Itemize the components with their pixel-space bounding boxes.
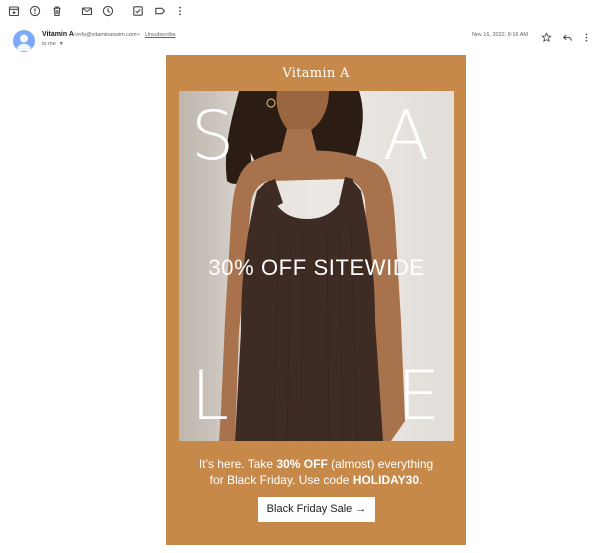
message-toolbar bbox=[0, 0, 600, 22]
recipient-details[interactable]: to me ▼ bbox=[42, 41, 64, 47]
message-header: Vitamin A <info@vitaminaswim.com> Unsubs… bbox=[0, 28, 600, 52]
report-spam-icon[interactable] bbox=[29, 5, 41, 17]
archive-icon[interactable] bbox=[8, 5, 20, 17]
sender-email: <info@vitaminaswim.com> bbox=[74, 32, 140, 38]
brand-logo[interactable]: Vitamin A bbox=[166, 66, 466, 81]
person-icon bbox=[16, 34, 32, 51]
promo-line2-start: for Black Friday. Use code bbox=[209, 472, 353, 487]
label-icon[interactable] bbox=[154, 5, 166, 17]
promo-line1-end: (almost) everything bbox=[327, 457, 434, 471]
promo-line2-end: . bbox=[419, 472, 423, 487]
sale-letter-l: L bbox=[191, 357, 229, 436]
mark-unread-icon[interactable] bbox=[81, 5, 93, 17]
promo-line1-start: It’s here. Take bbox=[198, 457, 277, 471]
email-content: Vitamin A S A L E 30% OFF SITEWIDE It’s … bbox=[166, 55, 466, 545]
avatar[interactable] bbox=[13, 30, 35, 52]
snooze-icon[interactable] bbox=[102, 5, 114, 17]
black-friday-sale-button[interactable]: Black Friday Sale → bbox=[258, 497, 375, 522]
more-vert-icon[interactable] bbox=[174, 5, 186, 17]
add-to-tasks-icon[interactable] bbox=[132, 5, 144, 17]
promo-code: HOLIDAY30 bbox=[352, 472, 420, 487]
promo-text: It’s here. Take 30% OFF (almost) everyth… bbox=[166, 457, 466, 488]
sender-name[interactable]: Vitamin A bbox=[42, 31, 74, 38]
sale-letter-a: A bbox=[383, 97, 430, 176]
sale-letter-e: E bbox=[397, 357, 440, 436]
unsubscribe-link[interactable]: Unsubscribe bbox=[145, 32, 176, 38]
promo-discount: 30% OFF bbox=[276, 457, 328, 471]
hero-image[interactable]: S A L E 30% OFF SITEWIDE bbox=[179, 91, 454, 441]
delete-icon[interactable] bbox=[51, 5, 63, 17]
chevron-down-icon: ▼ bbox=[58, 41, 64, 47]
message-date: Nov 16, 2022, 8:16 AM bbox=[472, 32, 528, 38]
recipient-label: to me bbox=[42, 41, 56, 47]
hero-headline: 30% OFF SITEWIDE bbox=[208, 255, 425, 280]
sale-letter-s: S bbox=[191, 97, 235, 176]
reply-icon[interactable] bbox=[562, 32, 573, 43]
more-vert-icon[interactable] bbox=[581, 32, 592, 43]
star-icon[interactable] bbox=[541, 32, 552, 43]
